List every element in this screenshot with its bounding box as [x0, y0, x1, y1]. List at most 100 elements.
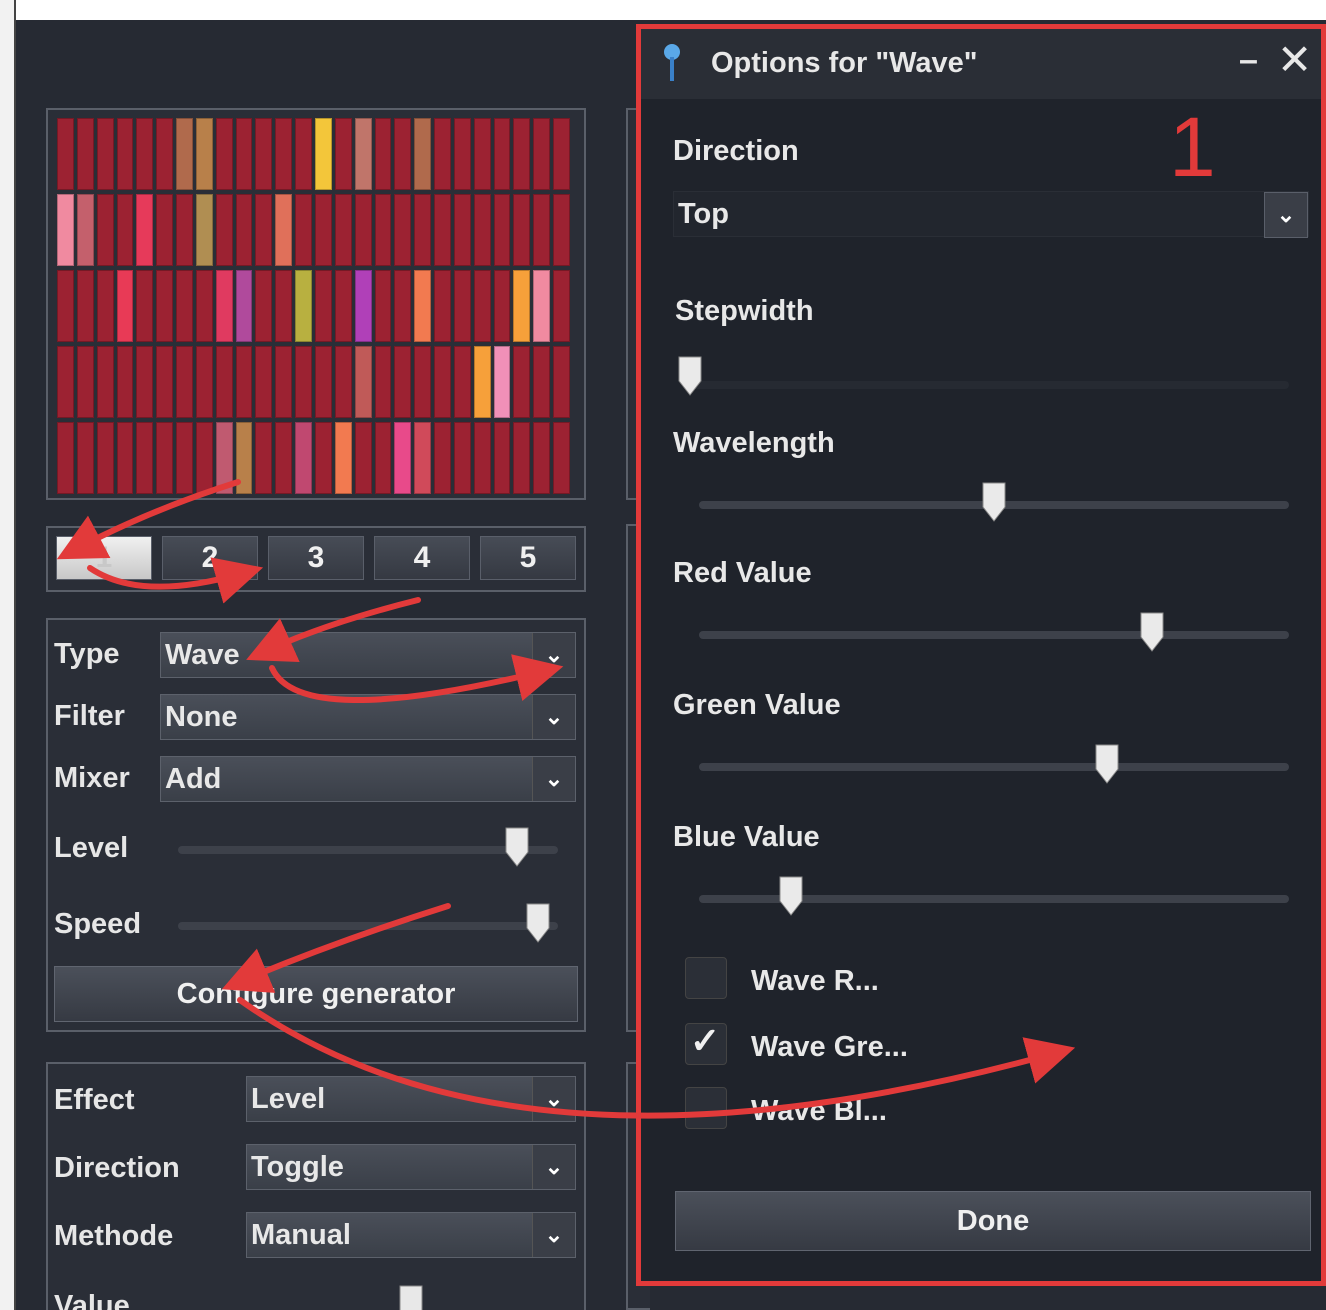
- tab-1[interactable]: 1: [56, 536, 152, 580]
- led-cell[interactable]: [493, 422, 511, 494]
- led-cell[interactable]: [334, 346, 352, 418]
- led-cell[interactable]: [215, 194, 233, 266]
- led-cell[interactable]: [354, 270, 372, 342]
- blue-value-slider-thumb[interactable]: [778, 875, 804, 917]
- led-cell[interactable]: [136, 346, 154, 418]
- led-cell[interactable]: [414, 194, 432, 266]
- chevron-down-icon[interactable]: ⌄: [532, 1213, 575, 1257]
- led-cell[interactable]: [394, 194, 412, 266]
- green-value-slider-thumb[interactable]: [1094, 743, 1120, 785]
- led-cell[interactable]: [57, 346, 74, 418]
- led-cell[interactable]: [215, 422, 233, 494]
- level-slider-track[interactable]: [178, 846, 558, 854]
- led-cell[interactable]: [414, 270, 432, 342]
- led-cell[interactable]: [453, 118, 471, 190]
- led-cell[interactable]: [116, 118, 134, 190]
- minimize-icon[interactable]: –: [1239, 41, 1258, 80]
- led-cell[interactable]: [156, 270, 174, 342]
- direction-select[interactable]: Toggle ⌄: [246, 1144, 576, 1190]
- led-cell[interactable]: [275, 194, 293, 266]
- effect-select[interactable]: Level ⌄: [246, 1076, 576, 1122]
- led-cell[interactable]: [553, 422, 570, 494]
- tab-4[interactable]: 4: [374, 536, 470, 580]
- led-cell[interactable]: [354, 422, 372, 494]
- chevron-down-icon[interactable]: ⌄: [532, 1145, 575, 1189]
- led-cell[interactable]: [195, 270, 213, 342]
- led-cell[interactable]: [493, 118, 511, 190]
- led-cell[interactable]: [76, 270, 94, 342]
- led-cell[interactable]: [414, 118, 432, 190]
- led-cell[interactable]: [374, 194, 392, 266]
- led-cell[interactable]: [96, 194, 114, 266]
- led-cell[interactable]: [513, 422, 531, 494]
- led-cell[interactable]: [96, 270, 114, 342]
- led-cell[interactable]: [414, 346, 432, 418]
- led-cell[interactable]: [334, 270, 352, 342]
- tab-2[interactable]: 2: [162, 536, 258, 580]
- wavelength-slider-thumb[interactable]: [981, 481, 1007, 523]
- led-cell[interactable]: [235, 422, 253, 494]
- led-cell[interactable]: [255, 270, 273, 342]
- led-cell[interactable]: [57, 270, 74, 342]
- led-cell[interactable]: [215, 118, 233, 190]
- led-cell[interactable]: [275, 118, 293, 190]
- led-cell[interactable]: [156, 118, 174, 190]
- led-cell[interactable]: [255, 422, 273, 494]
- led-cell[interactable]: [493, 346, 511, 418]
- led-cell[interactable]: [513, 118, 531, 190]
- led-cell[interactable]: [156, 346, 174, 418]
- led-cell[interactable]: [136, 270, 154, 342]
- led-cell[interactable]: [315, 346, 332, 418]
- led-cell[interactable]: [76, 194, 94, 266]
- led-cell[interactable]: [453, 422, 471, 494]
- close-icon[interactable]: ✕: [1277, 35, 1312, 84]
- led-cell[interactable]: [354, 194, 372, 266]
- led-cell[interactable]: [434, 270, 451, 342]
- led-cell[interactable]: [176, 270, 193, 342]
- led-cell[interactable]: [533, 118, 551, 190]
- led-cell[interactable]: [96, 118, 114, 190]
- led-cell[interactable]: [513, 346, 531, 418]
- led-cell[interactable]: [96, 422, 114, 494]
- level-slider-thumb[interactable]: [504, 826, 530, 868]
- led-cell[interactable]: [513, 270, 531, 342]
- wave-green-checkbox[interactable]: ✓: [685, 1020, 727, 1065]
- led-cell[interactable]: [374, 270, 392, 342]
- led-cell[interactable]: [374, 422, 392, 494]
- led-cell[interactable]: [553, 270, 570, 342]
- led-cell[interactable]: [533, 422, 551, 494]
- led-cell[interactable]: [295, 270, 312, 342]
- led-cell[interactable]: [295, 422, 312, 494]
- led-cell[interactable]: [315, 194, 332, 266]
- red-value-slider-thumb[interactable]: [1139, 611, 1165, 653]
- led-cell[interactable]: [394, 346, 412, 418]
- led-cell[interactable]: [334, 422, 352, 494]
- filter-select[interactable]: None ⌄: [160, 694, 576, 740]
- wave-blue-checkbox[interactable]: [685, 1087, 727, 1129]
- wave-red-checkbox[interactable]: [685, 957, 727, 999]
- stepwidth-slider-track[interactable]: [689, 381, 1289, 389]
- chevron-down-icon[interactable]: ⌄: [532, 1077, 575, 1121]
- led-cell[interactable]: [374, 346, 392, 418]
- led-cell[interactable]: [533, 270, 551, 342]
- led-cell[interactable]: [493, 270, 511, 342]
- led-cell[interactable]: [195, 194, 213, 266]
- led-cell[interactable]: [434, 194, 451, 266]
- led-cell[interactable]: [176, 194, 193, 266]
- led-cell[interactable]: [195, 346, 213, 418]
- led-cell[interactable]: [394, 422, 412, 494]
- led-cell[interactable]: [553, 194, 570, 266]
- led-cell[interactable]: [434, 118, 451, 190]
- led-cell[interactable]: [76, 118, 94, 190]
- led-cell[interactable]: [136, 422, 154, 494]
- led-cell[interactable]: [414, 422, 432, 494]
- led-cell[interactable]: [215, 270, 233, 342]
- led-cell[interactable]: [275, 346, 293, 418]
- led-cell[interactable]: [235, 346, 253, 418]
- methode-select[interactable]: Manual ⌄: [246, 1212, 576, 1258]
- led-cell[interactable]: [553, 118, 570, 190]
- tab-5[interactable]: 5: [480, 536, 576, 580]
- led-cell[interactable]: [354, 346, 372, 418]
- tab-3[interactable]: 3: [268, 536, 364, 580]
- led-cell[interactable]: [473, 270, 491, 342]
